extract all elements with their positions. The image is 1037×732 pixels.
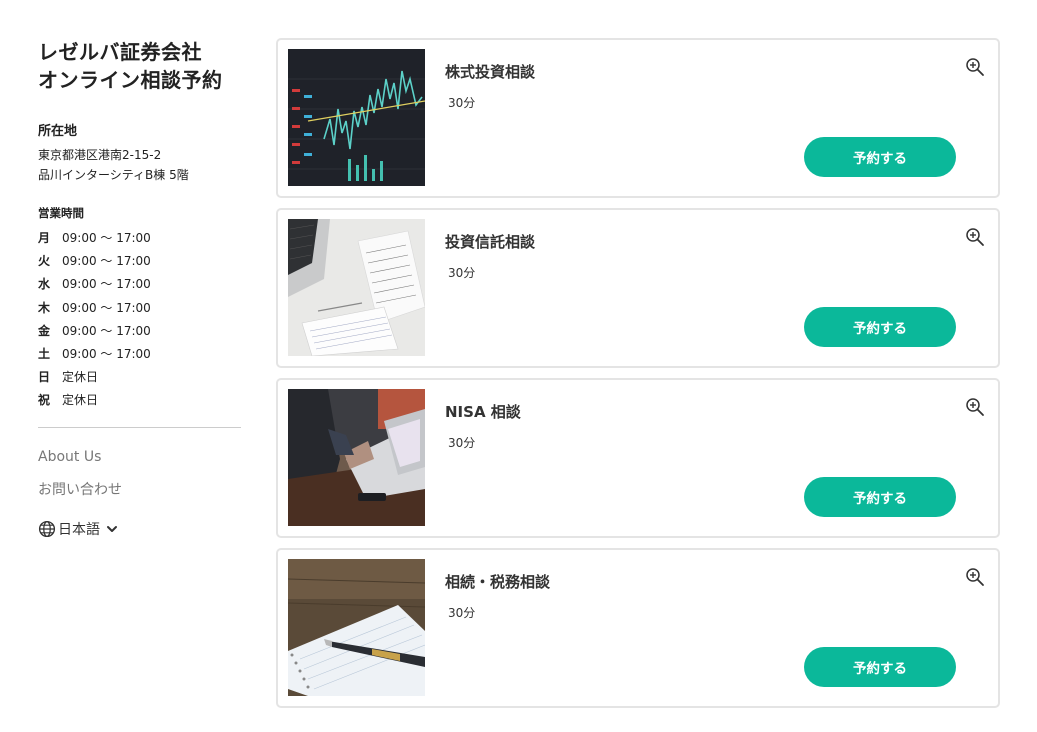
address-line2: 品川インターシティB棟 5階 [38, 168, 189, 182]
service-duration: 30分 [448, 266, 476, 280]
hours-row: 木 09:00 〜 17:00 [38, 297, 241, 320]
hours-time: 09:00 〜 17:00 [62, 254, 151, 269]
zoom-in-icon[interactable] [965, 227, 985, 247]
service-duration: 30分 [448, 606, 476, 620]
book-button[interactable]: 予約する [804, 477, 956, 517]
chevron-down-icon [106, 523, 118, 535]
hours-row: 祝 定休日 [38, 389, 241, 412]
hours-row: 土 09:00 〜 17:00 [38, 343, 241, 366]
hours-day: 土 [38, 346, 51, 361]
hours-day: 火 [38, 254, 51, 269]
hours-time: 09:00 〜 17:00 [62, 231, 151, 245]
zoom-in-icon[interactable] [965, 57, 985, 77]
documents-laptop-photo [288, 219, 425, 356]
book-button[interactable]: 予約する [804, 307, 956, 347]
hours-time: 09:00 〜 17:00 [62, 277, 151, 292]
service-duration: 30分 [448, 96, 476, 110]
notebook-pen-photo [288, 559, 425, 696]
service-title: 投資信託相談 [445, 233, 536, 251]
hours-time: 定休日 [62, 370, 99, 385]
hours-day: 金 [38, 323, 51, 338]
hours-row: 日 定休日 [38, 366, 241, 389]
book-button[interactable]: 予約する [804, 647, 956, 687]
hours-day: 木 [38, 300, 51, 315]
globe-icon [38, 520, 56, 538]
hours-row: 水 09:00 〜 17:00 [38, 273, 241, 296]
sidebar: レゼルバ証券会社 オンライン相談予約 所在地 東京都港区港南2-15-2 品川イ… [38, 38, 241, 539]
hours-day: 月 [38, 231, 51, 245]
address-line1: 東京都港区港南2-15-2 [38, 148, 162, 162]
zoom-in-icon[interactable] [965, 397, 985, 417]
sidebar-divider [38, 426, 241, 428]
hours-day: 日 [38, 370, 51, 385]
company-name-line2: オンライン相談予約 [38, 68, 223, 92]
hours-list: 月 09:00 〜 17:00 火 09:00 〜 17:00 水 09:00 … [38, 227, 241, 413]
service-card: 相続・税務相談 30分 予約する [276, 548, 1000, 708]
service-card: 株式投資相談 30分 予約する [276, 38, 1000, 198]
zoom-in-icon[interactable] [965, 567, 985, 587]
hours-row: 金 09:00 〜 17:00 [38, 320, 241, 343]
service-title: 相続・税務相談 [445, 573, 551, 591]
language-selector[interactable]: 日本語 [38, 519, 241, 539]
service-card: NISA 相談 30分 予約する [276, 378, 1000, 538]
address: 東京都港区港南2-15-2 品川インターシティB棟 5階 [38, 145, 241, 185]
company-name-line1: レゼルバ証券会社 [38, 40, 202, 64]
hours-time: 09:00 〜 17:00 [62, 323, 151, 338]
hours-time: 09:00 〜 17:00 [62, 346, 151, 361]
hours-title: 営業時間 [38, 206, 84, 220]
hours-day: 祝 [38, 393, 51, 408]
location-title: 所在地 [38, 124, 78, 139]
service-duration: 30分 [448, 436, 476, 450]
service-title: 株式投資相談 [445, 63, 536, 81]
hours-time: 09:00 〜 17:00 [62, 300, 151, 315]
laptop-meeting-photo [288, 389, 425, 526]
hours-row: 月 09:00 〜 17:00 [38, 227, 241, 250]
contact-link[interactable]: お問い合わせ [38, 481, 241, 499]
language-label: 日本語 [58, 521, 100, 538]
stock-chart-photo [288, 49, 425, 186]
book-button[interactable]: 予約する [804, 137, 956, 177]
hours-day: 水 [38, 277, 51, 292]
service-title: NISA 相談 [445, 403, 521, 421]
company-name: レゼルバ証券会社 オンライン相談予約 [38, 38, 241, 94]
about-us-link[interactable]: About Us [38, 448, 241, 466]
hours-time: 定休日 [62, 393, 99, 408]
hours-row: 火 09:00 〜 17:00 [38, 250, 241, 273]
service-card: 投資信託相談 30分 予約する [276, 208, 1000, 368]
